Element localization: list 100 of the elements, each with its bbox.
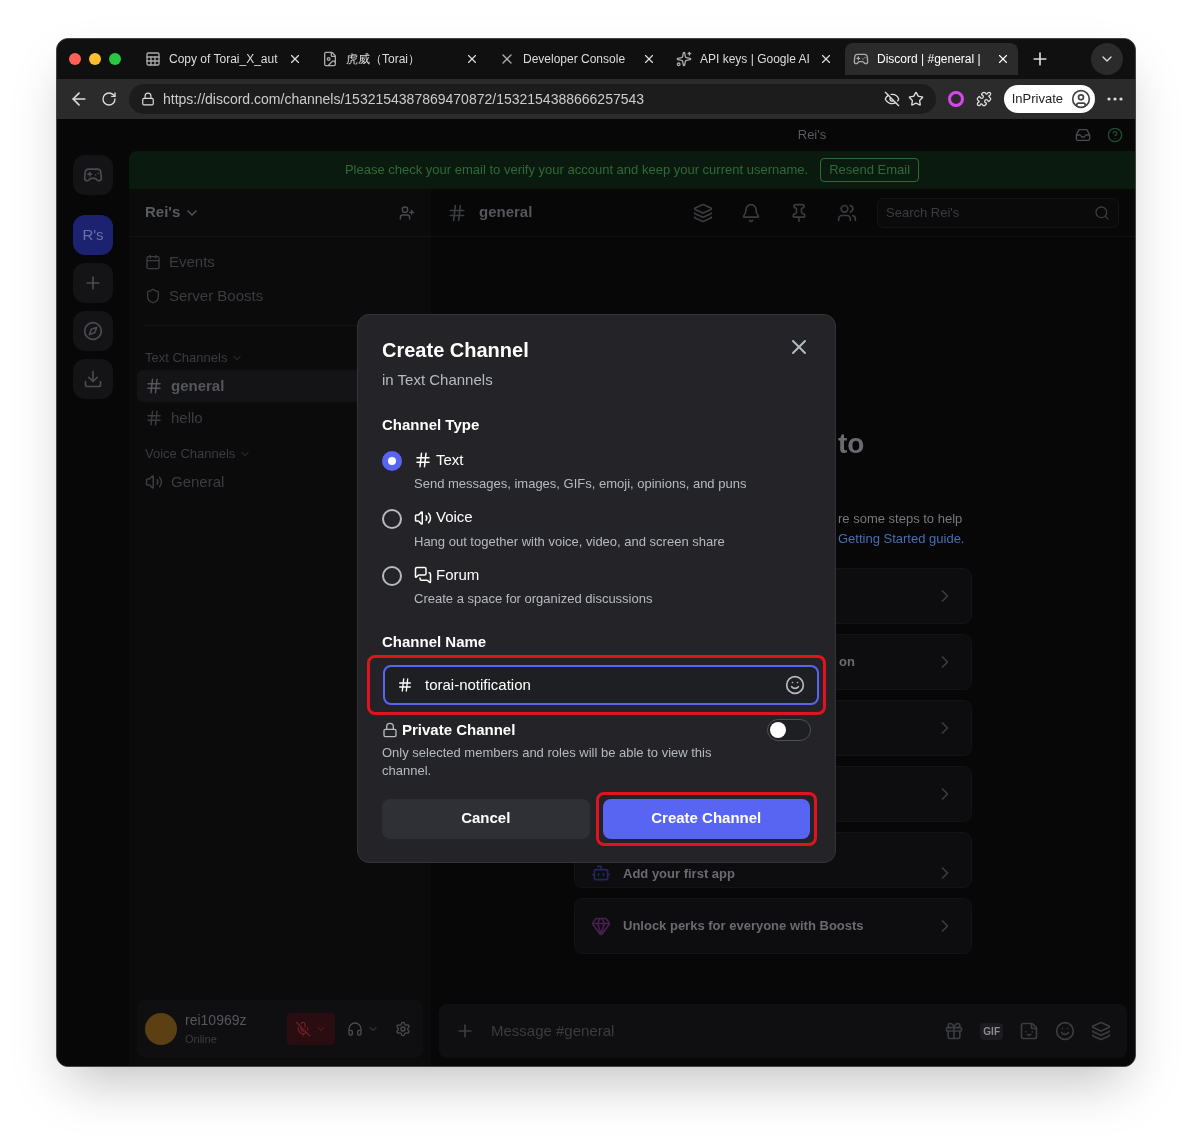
- more-icon[interactable]: [1107, 97, 1123, 101]
- setup-card[interactable]: Unlock perks for everyone with Boosts: [574, 898, 972, 954]
- radio-button[interactable]: [382, 566, 402, 586]
- sparkle-icon: [676, 51, 692, 67]
- invite-icon: [399, 204, 415, 221]
- tab-title: Copy of Torai_X_aut: [169, 51, 279, 68]
- home-button[interactable]: [73, 155, 113, 195]
- cancel-button[interactable]: Cancel: [382, 798, 590, 839]
- private-channel-label: Private Channel: [402, 720, 517, 740]
- card-text: on: [839, 653, 855, 672]
- close-icon: [288, 52, 302, 66]
- shield-icon: [145, 288, 161, 304]
- create-channel-button[interactable]: Create Channel: [602, 798, 810, 839]
- headphones-icon: [347, 1021, 363, 1037]
- browser-tab[interactable]: Copy of Torai_X_aut: [137, 43, 310, 75]
- hash-icon: [397, 677, 413, 693]
- hash-icon: [145, 377, 163, 395]
- welcome-text-fragment: re some steps to help: [838, 510, 964, 528]
- tab-title: Developer Console: [523, 51, 627, 68]
- channel-type-label: Text: [436, 449, 464, 470]
- profile-button[interactable]: InPrivate: [1003, 85, 1095, 113]
- bell-icon: [741, 202, 761, 223]
- download-icon: [83, 369, 103, 389]
- speaker-icon: [145, 473, 163, 491]
- channel-name-field[interactable]: torai-notification: [383, 665, 819, 705]
- card-text: Unlock perks for everyone with Boosts: [623, 917, 864, 936]
- close-icon: [996, 52, 1010, 66]
- banner-text: Please check your email to verify your account and keep your current username.: [344, 161, 809, 180]
- gift-icon[interactable]: [944, 1021, 965, 1041]
- welcome-heading-fragment: to: [838, 427, 866, 461]
- game-controller-icon: [83, 165, 103, 185]
- settings-icon: [395, 1021, 411, 1037]
- close-icon: [642, 52, 656, 66]
- threads-icon: [693, 202, 713, 223]
- radio-button[interactable]: [382, 508, 402, 529]
- mute-button[interactable]: [287, 1013, 335, 1045]
- channel-type-description: Send messages, images, GIFs, emoji, opinions, and puns: [414, 475, 747, 493]
- pin-icon: [789, 202, 809, 223]
- radio-button[interactable]: [382, 451, 402, 471]
- maximize-window-button[interactable]: [109, 53, 121, 65]
- channel-type-description: Create a space for organized discussions: [414, 590, 653, 608]
- server-icon[interactable]: R's: [73, 215, 113, 255]
- username: rei10969z: [185, 1011, 248, 1031]
- minimize-window-button[interactable]: [89, 53, 101, 65]
- lock-icon: [382, 722, 398, 739]
- channel-type-label: Voice: [436, 507, 473, 528]
- app-icon: [591, 863, 611, 883]
- tab-title: 虎威（Torai）: [346, 51, 421, 68]
- chat-bubbles-icon: [414, 566, 432, 584]
- section-label: Channel Type: [382, 414, 481, 435]
- lock-icon: [141, 92, 155, 106]
- eye-slash-icon: [883, 91, 900, 107]
- gem-icon: [591, 916, 611, 936]
- browser-tab[interactable]: API keys | Google AI: [668, 43, 841, 75]
- channel-title: general: [479, 202, 533, 223]
- browser-tab[interactable]: Discord | #general |: [845, 43, 1018, 75]
- card-text: Add your first app: [623, 864, 735, 883]
- help-icon: [1107, 127, 1123, 143]
- browser-tab[interactable]: 虎威（Torai）: [314, 43, 487, 75]
- address-bar[interactable]: https://discord.com/channels/1532154387869470872/1532154388666257543: [129, 84, 936, 114]
- tab-title: Discord | #general |: [877, 51, 982, 68]
- window-title: Rei's: [797, 126, 827, 145]
- emoji-icon[interactable]: [1055, 1021, 1075, 1041]
- avatar-icon: [1071, 89, 1091, 109]
- calendar-icon: [145, 254, 161, 270]
- private-description: Only selected members and roles will be able to view this channel.: [382, 743, 713, 780]
- sheet-icon: [145, 51, 161, 67]
- color-ring-icon[interactable]: [947, 91, 964, 107]
- avatar[interactable]: [145, 1013, 177, 1045]
- dialog-title: Create Channel: [382, 338, 530, 363]
- gif-button[interactable]: GIF: [980, 1022, 1003, 1040]
- explore-button[interactable]: [73, 311, 113, 351]
- close-icon: [465, 52, 479, 66]
- resend-email-button[interactable]: Resend Email: [820, 158, 920, 182]
- field-label: Channel Name: [382, 631, 488, 652]
- tab-title: API keys | Google AI: [700, 51, 811, 68]
- guide-link[interactable]: Getting Started guide.: [838, 528, 1135, 548]
- members-icon: [837, 202, 857, 223]
- speaker-icon: [414, 508, 432, 527]
- compass-icon: [83, 321, 103, 341]
- browser-tab[interactable]: Developer Console: [491, 43, 664, 75]
- private-toggle[interactable]: [767, 719, 811, 742]
- hash-icon: [145, 409, 163, 427]
- url-text: https://discord.com/channels/1532154387869470872/1532154388666257543: [163, 89, 646, 109]
- muted-mic-icon: [295, 1021, 311, 1037]
- tab-menu-button[interactable]: [1091, 43, 1123, 75]
- favorite-icon: [907, 91, 924, 107]
- close-window-button[interactable]: [69, 53, 81, 65]
- apps-icon[interactable]: [1091, 1021, 1111, 1041]
- sticker-icon[interactable]: [1019, 1021, 1039, 1041]
- inbox-icon: [1075, 127, 1091, 143]
- channel-type-label: Forum: [436, 564, 480, 585]
- server-name[interactable]: Rei's: [145, 201, 181, 224]
- game-controller-icon: [853, 51, 869, 67]
- reload-icon: [101, 91, 117, 107]
- channel-type-description: Hang out together with voice, video, and screen share: [414, 532, 725, 551]
- add-server-button[interactable]: [73, 263, 113, 303]
- extensions-icon: [975, 91, 992, 107]
- download-button[interactable]: [73, 359, 113, 399]
- hash-icon: [414, 451, 432, 469]
